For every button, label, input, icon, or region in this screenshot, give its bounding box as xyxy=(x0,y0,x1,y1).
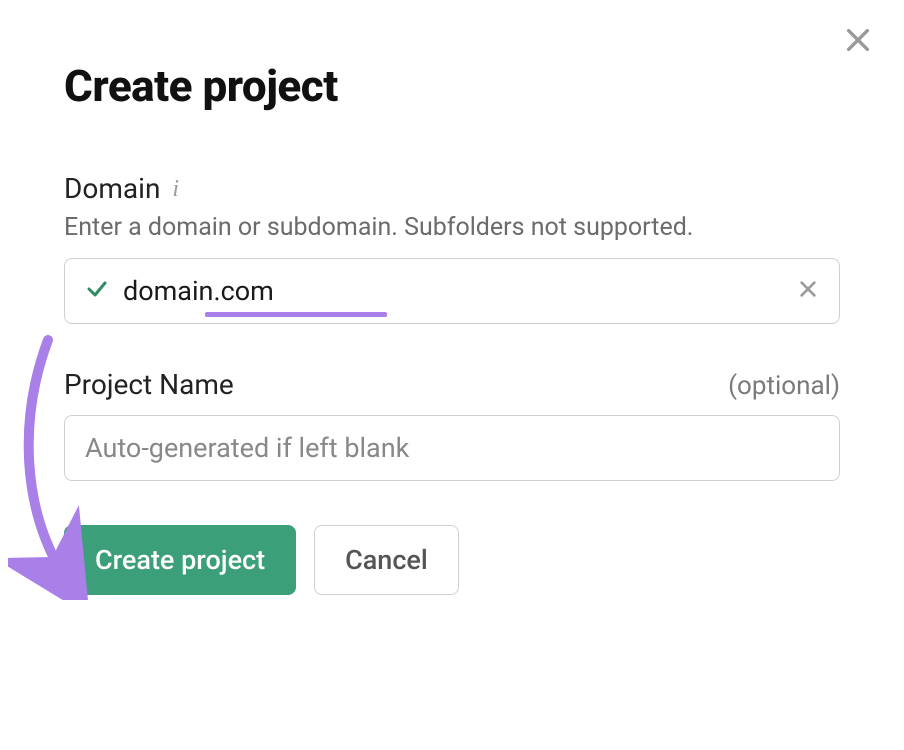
project-name-input-wrap xyxy=(64,415,840,481)
info-icon[interactable]: i xyxy=(172,177,179,201)
cancel-button[interactable]: Cancel xyxy=(314,525,459,595)
clear-domain-button[interactable] xyxy=(797,278,819,304)
close-button[interactable] xyxy=(842,24,874,60)
dialog-title: Create project xyxy=(64,60,840,112)
annotation-underline xyxy=(205,312,387,317)
checkmark-icon xyxy=(85,277,109,305)
close-icon xyxy=(842,24,874,56)
domain-label: Domain xyxy=(64,172,160,205)
create-project-button[interactable]: Create project xyxy=(64,525,296,595)
project-name-field: Project Name (optional) xyxy=(64,368,840,481)
domain-input-wrap xyxy=(64,258,840,324)
domain-input[interactable] xyxy=(123,275,783,307)
create-project-dialog: Create project Domain i Enter a domain o… xyxy=(0,0,904,635)
clear-icon xyxy=(797,278,819,300)
domain-help-text: Enter a domain or subdomain. Subfolders … xyxy=(64,213,840,242)
project-name-input[interactable] xyxy=(85,432,819,464)
project-name-label: Project Name xyxy=(64,368,234,401)
domain-field: Domain i Enter a domain or subdomain. Su… xyxy=(64,172,840,324)
optional-tag: (optional) xyxy=(728,371,840,401)
dialog-actions: Create project Cancel xyxy=(64,525,840,595)
